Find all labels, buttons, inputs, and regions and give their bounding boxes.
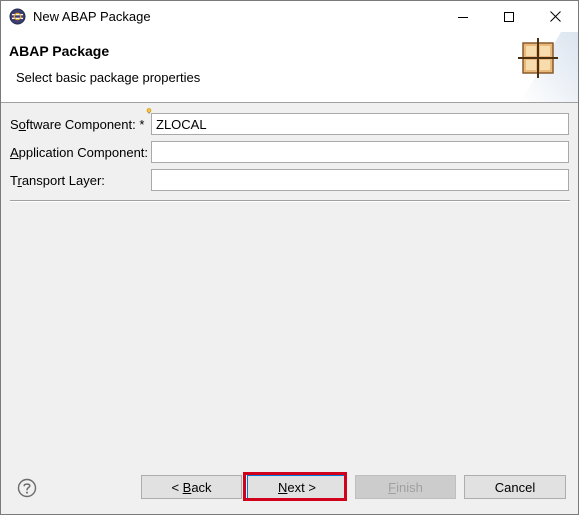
maximize-icon [504,11,514,22]
application-component-input[interactable] [151,141,569,163]
wizard-header: ABAP Package Select basic package proper… [1,32,578,103]
cancel-button[interactable]: Cancel [464,475,566,499]
application-component-label: Application Component: [10,145,149,160]
maximize-button[interactable] [486,1,532,32]
software-component-label: Software Component: * [10,117,145,132]
eclipse-icon [9,8,26,25]
form-separator [10,200,570,202]
minimize-icon [458,16,468,18]
software-component-row: Software Component: * [1,108,578,137]
help-icon[interactable] [17,478,37,498]
package-icon [518,32,578,102]
transport-layer-label: Transport Layer: [10,173,105,188]
next-button[interactable]: Next > [247,475,347,499]
new-abap-package-dialog: New ABAP Package ABAP Package Select bas… [0,0,579,515]
title-bar[interactable]: New ABAP Package [1,1,578,32]
finish-button: Finish [355,475,456,499]
close-icon [549,11,561,22]
transport-layer-input[interactable] [151,169,569,191]
close-button[interactable] [532,1,578,32]
minimize-button[interactable] [440,1,486,32]
page-subtitle: Select basic package properties [16,70,201,85]
software-component-input[interactable] [151,113,569,135]
application-component-row: Application Component: [1,141,578,165]
window-title: New ABAP Package [33,9,151,24]
transport-layer-row: Transport Layer: [1,169,578,193]
page-title: ABAP Package [9,43,110,59]
back-button[interactable]: < Back [141,475,242,499]
